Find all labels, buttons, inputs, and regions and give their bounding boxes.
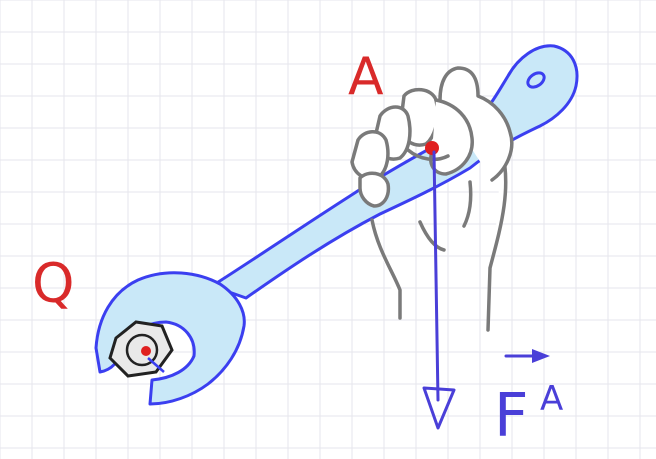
label-point-a: A (348, 47, 384, 107)
force-arrow-shaft (432, 150, 440, 402)
force-label: F A (494, 349, 563, 451)
label-point-q: Q (32, 252, 75, 315)
force-label-symbol: F (494, 381, 529, 451)
hand-wrist (370, 218, 402, 320)
force-label-subscript: A (540, 379, 563, 419)
hand-palm-line (418, 220, 446, 252)
wrench-handle (210, 44, 579, 300)
point-q-marker (141, 346, 151, 356)
force-arrow-icon (422, 150, 456, 430)
hand-icon (350, 66, 514, 332)
hand-palm-line-2 (462, 180, 473, 228)
hand-finger-4 (358, 171, 391, 208)
force-label-vector-head (532, 349, 550, 363)
point-a-marker (425, 141, 439, 155)
wrench-torque-diagram: A Q F A (0, 0, 656, 459)
